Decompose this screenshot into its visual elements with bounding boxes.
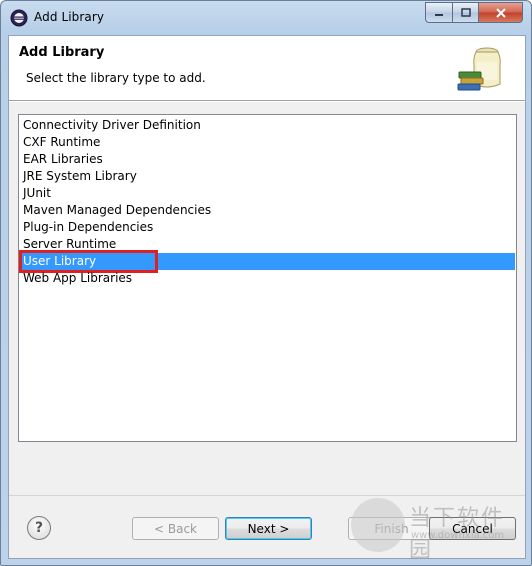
close-icon bbox=[495, 7, 506, 18]
dialog-body: Add Library Select the library type to a… bbox=[8, 35, 526, 559]
library-type-list[interactable]: Connectivity Driver Definition CXF Runti… bbox=[18, 114, 517, 442]
page-description: Select the library type to add. bbox=[26, 71, 206, 85]
window-title: Add Library bbox=[34, 10, 105, 24]
eclipse-app-icon bbox=[10, 9, 28, 27]
help-button[interactable]: ? bbox=[27, 516, 51, 540]
title-bar[interactable]: Add Library bbox=[1, 1, 531, 35]
list-item[interactable]: Plug-in Dependencies bbox=[20, 219, 515, 236]
maximize-button[interactable] bbox=[453, 2, 479, 23]
header-divider bbox=[9, 101, 525, 102]
caption-buttons bbox=[425, 2, 523, 23]
page-title: Add Library bbox=[19, 45, 105, 60]
maximize-icon bbox=[460, 8, 471, 17]
back-button[interactable]: < Back bbox=[132, 517, 219, 540]
list-item[interactable]: CXF Runtime bbox=[20, 134, 515, 151]
finish-button[interactable]: Finish bbox=[348, 517, 435, 540]
list-item-selected[interactable]: User Library bbox=[19, 250, 515, 273]
minimize-icon bbox=[435, 13, 443, 16]
button-bar-divider bbox=[9, 495, 525, 496]
library-jar-icon bbox=[457, 47, 501, 91]
add-library-dialog: Add Library Add Library Select the libra… bbox=[0, 0, 532, 566]
list-item[interactable]: Server Runtime bbox=[20, 236, 515, 253]
list-item[interactable]: Maven Managed Dependencies bbox=[20, 202, 515, 219]
list-item[interactable]: Connectivity Driver Definition bbox=[20, 117, 515, 134]
list-item-label: User Library bbox=[23, 254, 97, 268]
next-button[interactable]: Next > bbox=[225, 517, 312, 540]
list-item[interactable]: JRE System Library bbox=[20, 168, 515, 185]
list-item[interactable]: Web App Libraries bbox=[20, 270, 515, 287]
close-button[interactable] bbox=[479, 2, 523, 23]
wizard-header: Add Library Select the library type to a… bbox=[9, 36, 525, 101]
list-item[interactable]: JUnit bbox=[20, 185, 515, 202]
cancel-button[interactable]: Cancel bbox=[429, 517, 516, 540]
minimize-button[interactable] bbox=[425, 2, 453, 23]
list-item[interactable]: EAR Libraries bbox=[20, 151, 515, 168]
